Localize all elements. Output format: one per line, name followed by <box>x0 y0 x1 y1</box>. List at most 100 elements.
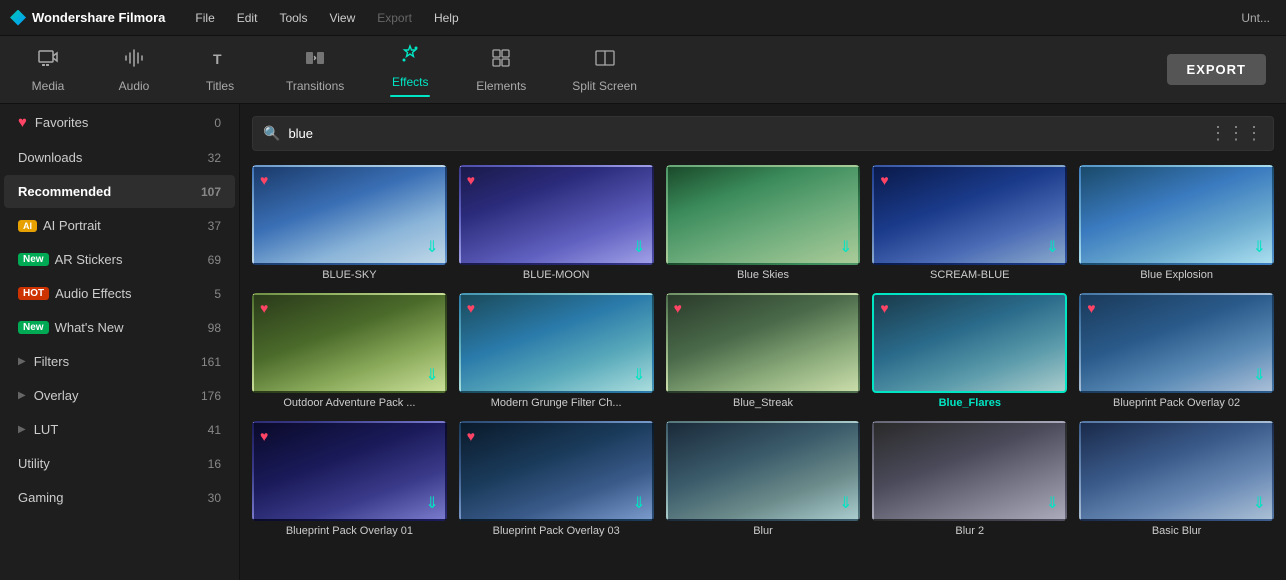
toolbar-audio[interactable]: Audio <box>106 43 162 97</box>
grid-item-blue-sky[interactable]: ♥⇓BLUE-SKY <box>252 165 447 281</box>
transitions-icon <box>304 47 326 75</box>
titles-icon: T <box>209 47 231 75</box>
export-button[interactable]: EXPORT <box>1167 54 1266 85</box>
sidebar-recommended-count: 107 <box>201 185 221 199</box>
grid-item-outdoor[interactable]: ♥⇓Outdoor Adventure Pack ... <box>252 293 447 409</box>
download-icon-modern-grunge: ⇓ <box>632 365 645 385</box>
grid-view-icon[interactable]: ⋮⋮⋮ <box>1209 123 1263 144</box>
download-icon-outdoor: ⇓ <box>425 365 438 385</box>
menu-edit[interactable]: Edit <box>227 7 268 29</box>
sidebar-item-whats-new[interactable]: New What's New 98 <box>4 311 235 344</box>
grid-label-modern-grunge: Modern Grunge Filter Ch... <box>459 397 654 409</box>
sidebar-item-ai-portrait[interactable]: AI AI Portrait 37 <box>4 209 235 242</box>
sidebar-overlay-count: 176 <box>201 389 221 403</box>
sidebar-item-ar-stickers[interactable]: New AR Stickers 69 <box>4 243 235 276</box>
thumb-basic-blur: ⇓ <box>1079 421 1274 521</box>
grid-label-scream-blue: SCREAM-BLUE <box>872 269 1067 281</box>
grid-item-blueprint03[interactable]: ♥⇓Blueprint Pack Overlay 03 <box>459 421 654 537</box>
grid-item-modern-grunge[interactable]: ♥ ⇓ Modern Grunge Filter Ch... <box>459 293 654 409</box>
search-icon: 🔍 <box>263 125 280 142</box>
grid-label-blue-explosion: Blue Explosion <box>1079 269 1274 281</box>
grid-item-blur2[interactable]: ⇓Blur 2 <box>872 421 1067 537</box>
download-icon-basic-blur: ⇓ <box>1253 493 1266 513</box>
grid-item-blur[interactable]: ⇓ Blur <box>666 421 861 537</box>
grid-item-blueprint02[interactable]: ♥⇓Blueprint Pack Overlay 02 <box>1079 293 1274 409</box>
toolbar-split-screen[interactable]: Split Screen <box>564 43 645 97</box>
arrow-filters: ▶ <box>18 356 26 367</box>
sidebar-item-recommended[interactable]: Recommended 107 <box>4 175 235 208</box>
arrow-lut: ▶ <box>18 424 26 435</box>
grid-item-blueprint01[interactable]: ♥⇓Blueprint Pack Overlay 01 <box>252 421 447 537</box>
toolbar-titles[interactable]: T Titles <box>192 43 248 97</box>
sidebar-item-audio-effects[interactable]: HOT Audio Effects 5 <box>4 277 235 310</box>
grid-item-blue-skies[interactable]: ⇓Blue Skies <box>666 165 861 281</box>
sidebar-item-utility[interactable]: Utility 16 <box>4 447 235 480</box>
sidebar-item-filters[interactable]: ▶ Filters 161 <box>4 345 235 378</box>
effects-grid: ♥⇓BLUE-SKY♥⇓BLUE-MOON⇓Blue Skies♥⇓SCREAM… <box>252 165 1274 537</box>
heart-icon-outdoor: ♥ <box>260 300 268 316</box>
heart-icon-blueprint03: ♥ <box>467 428 475 444</box>
sidebar-gaming-count: 30 <box>208 491 221 505</box>
download-icon-blur: ⇓ <box>839 493 852 513</box>
toolbar-elements-label: Elements <box>476 79 526 93</box>
thumb-blueprint03: ♥⇓ <box>459 421 654 521</box>
toolbar-elements[interactable]: Elements <box>468 43 534 97</box>
download-icon-blue-explosion: ⇓ <box>1253 237 1266 257</box>
menu-view[interactable]: View <box>319 7 365 29</box>
heart-icon-blue-flares: ♥ <box>880 300 888 316</box>
grid-item-blue-explosion[interactable]: ⇓ Blue Explosion <box>1079 165 1274 281</box>
sidebar-item-favorites[interactable]: ♥ Favorites 0 <box>4 105 235 140</box>
sidebar-item-downloads[interactable]: Downloads 32 <box>4 141 235 174</box>
grid-label-blur: Blur <box>666 525 861 537</box>
grid-item-basic-blur[interactable]: ⇓Basic Blur <box>1079 421 1274 537</box>
sidebar-filters-label: Filters <box>34 354 201 369</box>
download-icon-blueprint01: ⇓ <box>425 493 438 513</box>
sidebar-audio-effects-label: Audio Effects <box>55 286 214 301</box>
grid-item-blue-streak[interactable]: ♥Blue_Streak <box>666 293 861 409</box>
thumb-blue-streak: ♥ <box>666 293 861 393</box>
app-name: Wondershare Filmora <box>32 10 165 25</box>
grid-label-blue-moon: BLUE-MOON <box>459 269 654 281</box>
hot-badge: HOT <box>18 287 49 300</box>
heart-icon-blue-streak: ♥ <box>674 300 682 316</box>
grid-item-blue-moon[interactable]: ♥⇓ BLUE-MOON <box>459 165 654 281</box>
sidebar: ♥ Favorites 0 Downloads 32 Recommended 1… <box>0 104 240 580</box>
sidebar-ai-portrait-count: 37 <box>208 219 221 233</box>
thumb-scream-blue: ♥⇓ <box>872 165 1067 265</box>
sidebar-audio-effects-count: 5 <box>214 287 221 301</box>
sidebar-ai-portrait-label: AI Portrait <box>43 218 208 233</box>
heart-icon-modern-grunge: ♥ <box>467 300 475 316</box>
logo-icon <box>10 10 26 26</box>
sidebar-favorites-label: Favorites <box>35 115 214 130</box>
menu-file[interactable]: File <box>185 7 224 29</box>
menu-help[interactable]: Help <box>424 7 469 29</box>
effects-icon <box>399 43 421 71</box>
thumb-blue-moon: ♥⇓ <box>459 165 654 265</box>
heart-icon: ♥ <box>18 114 27 131</box>
grid-label-blue-flares: Blue_Flares <box>872 397 1067 409</box>
elements-icon <box>490 47 512 75</box>
grid-item-scream-blue[interactable]: ♥⇓ SCREAM-BLUE <box>872 165 1067 281</box>
thumb-blue-skies: ⇓ <box>666 165 861 265</box>
media-icon <box>37 47 59 75</box>
search-bar: 🔍 ⋮⋮⋮ <box>252 116 1274 151</box>
toolbar-transitions[interactable]: Transitions <box>278 43 352 97</box>
grid-item-blue-flares[interactable]: ♥ Blue_Flares <box>872 293 1067 409</box>
search-input[interactable] <box>288 126 1201 141</box>
thumb-blur2: ⇓ <box>872 421 1067 521</box>
sidebar-item-lut[interactable]: ▶ LUT 41 <box>4 413 235 446</box>
sidebar-ar-count: 69 <box>208 253 221 267</box>
toolbar-media[interactable]: Media <box>20 43 76 97</box>
sidebar-item-gaming[interactable]: Gaming 30 <box>4 481 235 514</box>
menu-tools[interactable]: Tools <box>269 7 317 29</box>
toolbar-effects[interactable]: Effects <box>382 39 438 101</box>
download-icon-blue-skies: ⇓ <box>839 237 852 257</box>
toolbar-titles-label: Titles <box>206 79 234 93</box>
sidebar-overlay-label: Overlay <box>34 388 201 403</box>
toolbar-media-label: Media <box>32 79 65 93</box>
sidebar-recommended-label: Recommended <box>18 184 201 199</box>
menu-bar: File Edit Tools View Export Help <box>185 7 468 29</box>
toolbar-audio-label: Audio <box>119 79 150 93</box>
sidebar-item-overlay[interactable]: ▶ Overlay 176 <box>4 379 235 412</box>
menu-export[interactable]: Export <box>367 7 422 29</box>
